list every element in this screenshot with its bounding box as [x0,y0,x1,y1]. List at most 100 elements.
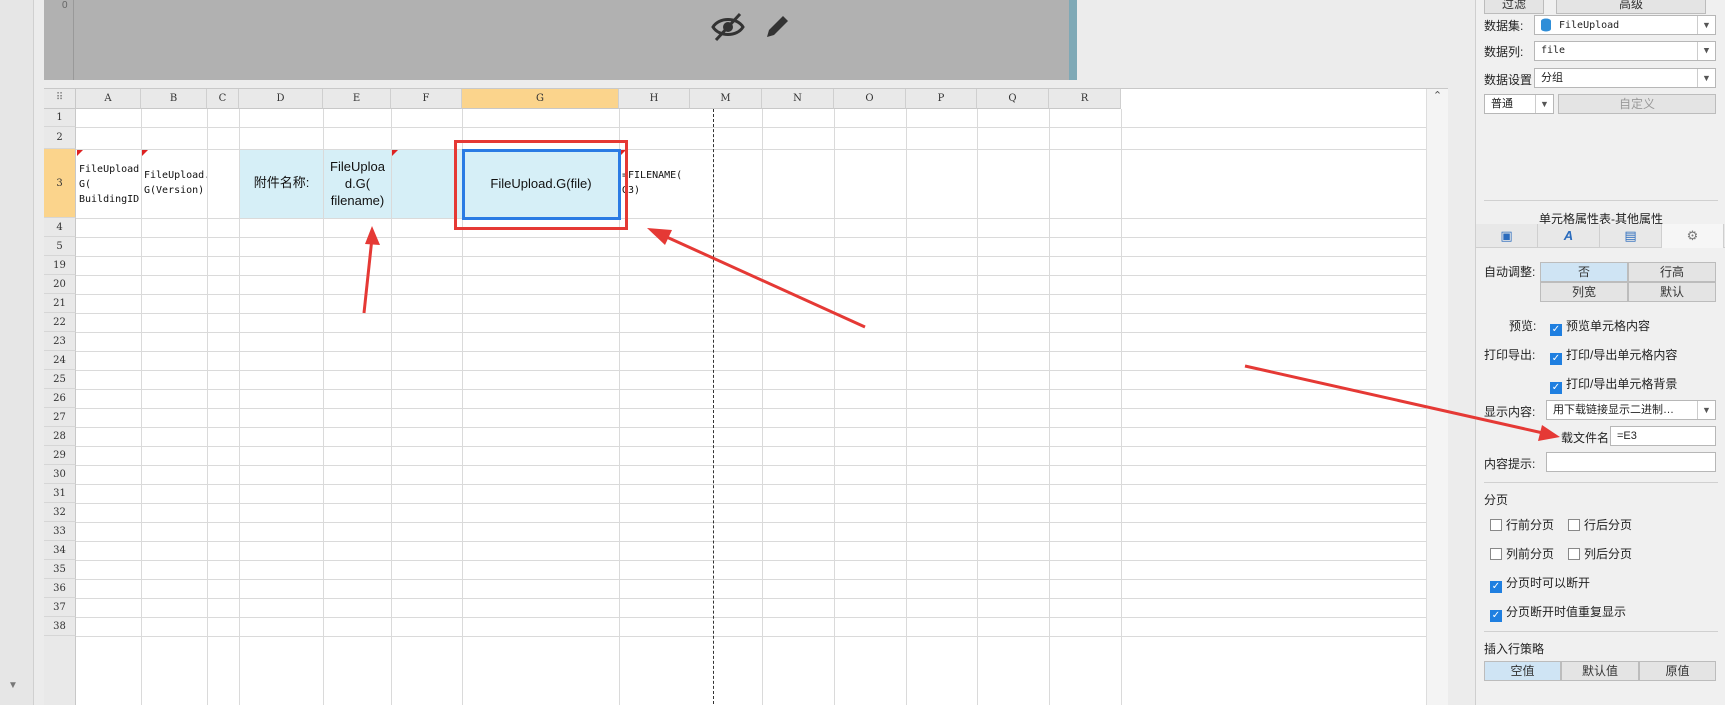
gridline [76,617,1426,618]
row-header[interactable]: 29 [44,446,76,465]
row-header[interactable]: 19 [44,256,76,275]
row-header[interactable]: 2 [44,127,76,149]
database-icon [1540,18,1552,38]
repeat-break-checkbox[interactable]: ✓ 分页断开时值重复显示 [1490,603,1626,622]
chevron-down-icon[interactable]: ▼ [1697,69,1715,87]
custom-button[interactable]: 自定义 [1558,94,1716,114]
col-header-g[interactable]: G [462,89,619,109]
row-header[interactable]: 20 [44,275,76,294]
col-header-r[interactable]: R [1049,89,1121,109]
row-header[interactable]: 25 [44,370,76,389]
col-header-b[interactable]: B [141,89,207,109]
col-header-q[interactable]: Q [977,89,1049,109]
col-header-o[interactable]: O [834,89,906,109]
row-header[interactable]: 28 [44,427,76,446]
can-break-checkbox[interactable]: ✓ 分页时可以断开 [1490,574,1590,593]
column-select[interactable]: file ▼ [1534,41,1716,61]
download-filename-value: =E3 [1617,430,1637,442]
col-header-m[interactable]: M [690,89,762,109]
cell-h3[interactable]: =FILENAME( G3) [620,150,690,218]
col-header-e[interactable]: E [323,89,391,109]
filter-button[interactable]: 过滤 [1484,0,1544,14]
gridline [76,446,1426,447]
chevron-down-icon[interactable]: ▼ [1697,16,1715,34]
row-header[interactable]: 36 [44,579,76,598]
row-header[interactable]: 22 [44,313,76,332]
dataset-select[interactable]: FileUpload ▼ [1534,15,1716,35]
row-header[interactable]: 1 [44,109,76,127]
scroll-up-icon[interactable]: ⌃ [1427,89,1448,102]
select-all-corner[interactable]: ⠿ [44,89,76,109]
row-header[interactable]: 33 [44,522,76,541]
col-header-h[interactable]: H [619,89,690,109]
insert-original-button[interactable]: 原值 [1639,661,1716,681]
display-select[interactable]: 用下载链接显示二进制… ▼ [1546,400,1716,420]
advanced-button[interactable]: 高级 [1556,0,1706,14]
chevron-down-icon[interactable]: ▼ [1697,42,1715,60]
download-filename-input[interactable]: =E3 [1610,426,1716,446]
row-header[interactable]: 5 [44,237,76,256]
col-header-a[interactable]: A [76,89,141,109]
row-header[interactable]: 26 [44,389,76,408]
left-strip: ▼ [0,0,34,705]
mode-select[interactable]: 普通 ▼ [1484,94,1554,114]
gridline [76,636,1426,637]
dataset-setting-select[interactable]: 分组 ▼ [1534,68,1716,88]
cell-a3[interactable]: FileUpload. G( BuildingID) [77,150,141,218]
col-header-p[interactable]: P [906,89,977,109]
row-header[interactable]: 31 [44,484,76,503]
row-header[interactable]: 38 [44,617,76,636]
row-after-checkbox[interactable]: 行后分页 [1568,516,1632,533]
chevron-down-icon[interactable]: ▼ [1535,95,1553,113]
display-value: 用下载链接显示二进制… [1553,404,1674,416]
insert-empty-button[interactable]: 空值 [1484,661,1561,681]
auto-col-width-button[interactable]: 列宽 [1540,282,1628,302]
row-header[interactable]: 37 [44,598,76,617]
chevron-down-icon[interactable]: ▼ [1697,401,1715,419]
spreadsheet-grid[interactable]: ⠿ A B C D E F G H M N O P Q R 1 2 3 4 5 … [44,88,1448,705]
row-header[interactable]: 34 [44,541,76,560]
row-before-checkbox[interactable]: 行前分页 [1490,516,1554,533]
tab-style[interactable]: A [1538,224,1600,248]
row-header[interactable]: 27 [44,408,76,427]
cell-b3[interactable]: FileUpload. G(Version) [142,150,207,218]
pencil-icon[interactable] [762,12,792,45]
col-header-c[interactable]: C [207,89,239,109]
gridline [76,313,1426,314]
gridline [76,127,1426,128]
preview-cell-checkbox[interactable]: ✓ 预览单元格内容 [1550,317,1650,336]
auto-default-button[interactable]: 默认 [1628,282,1716,302]
insert-default-button[interactable]: 默认值 [1561,661,1639,681]
col-before-checkbox[interactable]: 列前分页 [1490,545,1554,562]
tab-cell-element[interactable]: ▣ [1476,224,1538,248]
row-header[interactable]: 35 [44,560,76,579]
row-header[interactable]: 21 [44,294,76,313]
row-header[interactable]: 23 [44,332,76,351]
gear-icon[interactable]: ⚙ [1662,224,1724,248]
gridline [906,109,907,705]
auto-no-button[interactable]: 否 [1540,262,1628,282]
col-header-d[interactable]: D [239,89,323,109]
tab-attributes[interactable]: ▤ [1600,224,1662,248]
col-header-f[interactable]: F [391,89,462,109]
tip-input[interactable] [1546,452,1716,472]
gridline [762,109,763,705]
col-header-n[interactable]: N [762,89,834,109]
row-header[interactable]: 30 [44,465,76,484]
row-header[interactable]: 24 [44,351,76,370]
eye-slash-icon[interactable] [710,12,746,45]
row-header[interactable]: 32 [44,503,76,522]
vertical-scrollbar[interactable]: ⌃ [1426,89,1448,705]
download-filename-label: 载文件名 [1561,431,1610,445]
row-header[interactable]: 3 [44,149,76,218]
cell-e3[interactable]: FileUploa d.G( filename) [324,150,391,218]
row-header[interactable]: 4 [44,218,76,237]
cell-f3[interactable] [392,150,462,218]
collapse-arrow-icon[interactable]: ▼ [8,680,18,691]
auto-row-height-button[interactable]: 行高 [1628,262,1716,282]
print-content-checkbox[interactable]: ✓ 打印/导出单元格内容 [1550,346,1677,365]
cell-d3[interactable]: 附件名称: [240,150,323,218]
col-after-checkbox[interactable]: 列后分页 [1568,545,1632,562]
divider [1484,482,1718,483]
print-bg-checkbox[interactable]: ✓ 打印/导出单元格背景 [1550,375,1677,394]
